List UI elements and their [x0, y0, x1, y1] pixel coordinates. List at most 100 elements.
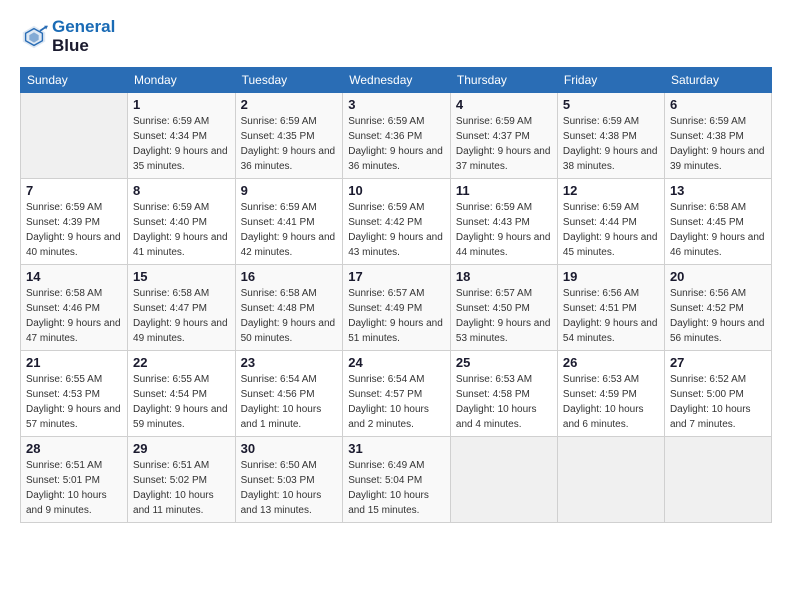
calendar-cell: 6 Sunrise: 6:59 AMSunset: 4:38 PMDaylight… [664, 93, 771, 179]
main-container: General Blue SundayMondayTuesdayWednesda… [0, 0, 792, 533]
day-info: Sunrise: 6:59 AMSunset: 4:42 PMDaylight:… [348, 200, 445, 260]
day-number: 24 [348, 355, 445, 370]
day-number: 29 [133, 441, 230, 456]
calendar-cell: 1 Sunrise: 6:59 AMSunset: 4:34 PMDaylight… [128, 93, 236, 179]
header: General Blue [20, 18, 772, 55]
calendar-cell: 12Sunrise: 6:59 AMSunset: 4:44 PMDayligh… [557, 179, 664, 265]
week-row-1: 1 Sunrise: 6:59 AMSunset: 4:34 PMDaylight… [21, 93, 772, 179]
day-number: 1 [133, 97, 230, 112]
calendar-cell: 31Sunrise: 6:49 AMSunset: 5:04 PMDayligh… [343, 437, 451, 523]
calendar-cell: 22 Sunrise: 6:55 AMSunset: 4:54 PMDayligh… [128, 351, 236, 437]
calendar-cell: 13Sunrise: 6:58 AMSunset: 4:45 PMDayligh… [664, 179, 771, 265]
day-info: Sunrise: 6:51 AMSunset: 5:01 PMDaylight:… [26, 458, 122, 518]
calendar-cell: 18 Sunrise: 6:57 AMSunset: 4:50 PMDayligh… [450, 265, 557, 351]
day-info: Sunrise: 6:58 AMSunset: 4:46 PMDaylight:… [26, 286, 122, 346]
calendar-cell: 11 Sunrise: 6:59 AMSunset: 4:43 PMDayligh… [450, 179, 557, 265]
calendar-table: SundayMondayTuesdayWednesdayThursdayFrid… [20, 67, 772, 523]
day-info: Sunrise: 6:59 AMSunset: 4:38 PMDaylight:… [670, 114, 766, 174]
calendar-cell [21, 93, 128, 179]
calendar-cell: 26 Sunrise: 6:53 AMSunset: 4:59 PMDayligh… [557, 351, 664, 437]
day-info: Sunrise: 6:50 AMSunset: 5:03 PMDaylight:… [241, 458, 338, 518]
day-info: Sunrise: 6:59 AMSunset: 4:40 PMDaylight:… [133, 200, 230, 260]
calendar-cell: 9 Sunrise: 6:59 AMSunset: 4:41 PMDaylight… [235, 179, 343, 265]
day-info: Sunrise: 6:58 AMSunset: 4:47 PMDaylight:… [133, 286, 230, 346]
calendar-cell: 19 Sunrise: 6:56 AMSunset: 4:51 PMDayligh… [557, 265, 664, 351]
day-info: Sunrise: 6:52 AMSunset: 5:00 PMDaylight:… [670, 372, 766, 432]
week-row-2: 7 Sunrise: 6:59 AMSunset: 4:39 PMDaylight… [21, 179, 772, 265]
day-info: Sunrise: 6:58 AMSunset: 4:48 PMDaylight:… [241, 286, 338, 346]
calendar-cell: 10 Sunrise: 6:59 AMSunset: 4:42 PMDayligh… [343, 179, 451, 265]
day-info: Sunrise: 6:59 AMSunset: 4:34 PMDaylight:… [133, 114, 230, 174]
day-info: Sunrise: 6:57 AMSunset: 4:49 PMDaylight:… [348, 286, 445, 346]
day-info: Sunrise: 6:55 AMSunset: 4:54 PMDaylight:… [133, 372, 230, 432]
calendar-cell: 2 Sunrise: 6:59 AMSunset: 4:35 PMDaylight… [235, 93, 343, 179]
calendar-cell: 5 Sunrise: 6:59 AMSunset: 4:38 PMDaylight… [557, 93, 664, 179]
calendar-cell [664, 437, 771, 523]
calendar-cell [557, 437, 664, 523]
calendar-cell: 27Sunrise: 6:52 AMSunset: 5:00 PMDayligh… [664, 351, 771, 437]
day-info: Sunrise: 6:57 AMSunset: 4:50 PMDaylight:… [456, 286, 552, 346]
week-row-3: 14 Sunrise: 6:58 AMSunset: 4:46 PMDayligh… [21, 265, 772, 351]
day-number: 2 [241, 97, 338, 112]
calendar-cell: 4 Sunrise: 6:59 AMSunset: 4:37 PMDaylight… [450, 93, 557, 179]
day-number: 10 [348, 183, 445, 198]
day-info: Sunrise: 6:59 AMSunset: 4:44 PMDaylight:… [563, 200, 659, 260]
calendar-cell: 17Sunrise: 6:57 AMSunset: 4:49 PMDayligh… [343, 265, 451, 351]
day-info: Sunrise: 6:51 AMSunset: 5:02 PMDaylight:… [133, 458, 230, 518]
day-info: Sunrise: 6:49 AMSunset: 5:04 PMDaylight:… [348, 458, 445, 518]
calendar-header-row: SundayMondayTuesdayWednesdayThursdayFrid… [21, 68, 772, 93]
calendar-cell: 20Sunrise: 6:56 AMSunset: 4:52 PMDayligh… [664, 265, 771, 351]
day-number: 18 [456, 269, 552, 284]
day-info: Sunrise: 6:53 AMSunset: 4:58 PMDaylight:… [456, 372, 552, 432]
day-info: Sunrise: 6:59 AMSunset: 4:38 PMDaylight:… [563, 114, 659, 174]
calendar-cell: 16Sunrise: 6:58 AMSunset: 4:48 PMDayligh… [235, 265, 343, 351]
logo-icon [20, 23, 48, 51]
calendar-cell: 23 Sunrise: 6:54 AMSunset: 4:56 PMDayligh… [235, 351, 343, 437]
day-info: Sunrise: 6:54 AMSunset: 4:57 PMDaylight:… [348, 372, 445, 432]
day-number: 6 [670, 97, 766, 112]
calendar-cell: 24 Sunrise: 6:54 AMSunset: 4:57 PMDayligh… [343, 351, 451, 437]
day-info: Sunrise: 6:58 AMSunset: 4:45 PMDaylight:… [670, 200, 766, 260]
day-info: Sunrise: 6:56 AMSunset: 4:51 PMDaylight:… [563, 286, 659, 346]
day-number: 19 [563, 269, 659, 284]
day-number: 9 [241, 183, 338, 198]
day-number: 28 [26, 441, 122, 456]
day-info: Sunrise: 6:54 AMSunset: 4:56 PMDaylight:… [241, 372, 338, 432]
day-number: 7 [26, 183, 122, 198]
calendar-cell: 25 Sunrise: 6:53 AMSunset: 4:58 PMDayligh… [450, 351, 557, 437]
day-number: 14 [26, 269, 122, 284]
week-row-4: 21Sunrise: 6:55 AMSunset: 4:53 PMDayligh… [21, 351, 772, 437]
day-info: Sunrise: 6:53 AMSunset: 4:59 PMDaylight:… [563, 372, 659, 432]
header-tuesday: Tuesday [235, 68, 343, 93]
calendar-cell: 15Sunrise: 6:58 AMSunset: 4:47 PMDayligh… [128, 265, 236, 351]
day-number: 11 [456, 183, 552, 198]
header-friday: Friday [557, 68, 664, 93]
calendar-cell: 21Sunrise: 6:55 AMSunset: 4:53 PMDayligh… [21, 351, 128, 437]
header-monday: Monday [128, 68, 236, 93]
week-row-5: 28 Sunrise: 6:51 AMSunset: 5:01 PMDayligh… [21, 437, 772, 523]
day-info: Sunrise: 6:59 AMSunset: 4:39 PMDaylight:… [26, 200, 122, 260]
day-number: 23 [241, 355, 338, 370]
day-info: Sunrise: 6:59 AMSunset: 4:35 PMDaylight:… [241, 114, 338, 174]
header-wednesday: Wednesday [343, 68, 451, 93]
calendar-cell: 14 Sunrise: 6:58 AMSunset: 4:46 PMDayligh… [21, 265, 128, 351]
day-number: 5 [563, 97, 659, 112]
day-info: Sunrise: 6:59 AMSunset: 4:37 PMDaylight:… [456, 114, 552, 174]
day-info: Sunrise: 6:59 AMSunset: 4:36 PMDaylight:… [348, 114, 445, 174]
calendar-cell: 29 Sunrise: 6:51 AMSunset: 5:02 PMDayligh… [128, 437, 236, 523]
header-sunday: Sunday [21, 68, 128, 93]
day-number: 8 [133, 183, 230, 198]
day-number: 4 [456, 97, 552, 112]
day-number: 20 [670, 269, 766, 284]
logo: General Blue [20, 18, 115, 55]
day-info: Sunrise: 6:59 AMSunset: 4:43 PMDaylight:… [456, 200, 552, 260]
header-saturday: Saturday [664, 68, 771, 93]
header-thursday: Thursday [450, 68, 557, 93]
logo-text: General Blue [52, 18, 115, 55]
calendar-cell: 7 Sunrise: 6:59 AMSunset: 4:39 PMDaylight… [21, 179, 128, 265]
day-number: 22 [133, 355, 230, 370]
day-number: 26 [563, 355, 659, 370]
calendar-cell [450, 437, 557, 523]
day-number: 25 [456, 355, 552, 370]
day-info: Sunrise: 6:59 AMSunset: 4:41 PMDaylight:… [241, 200, 338, 260]
